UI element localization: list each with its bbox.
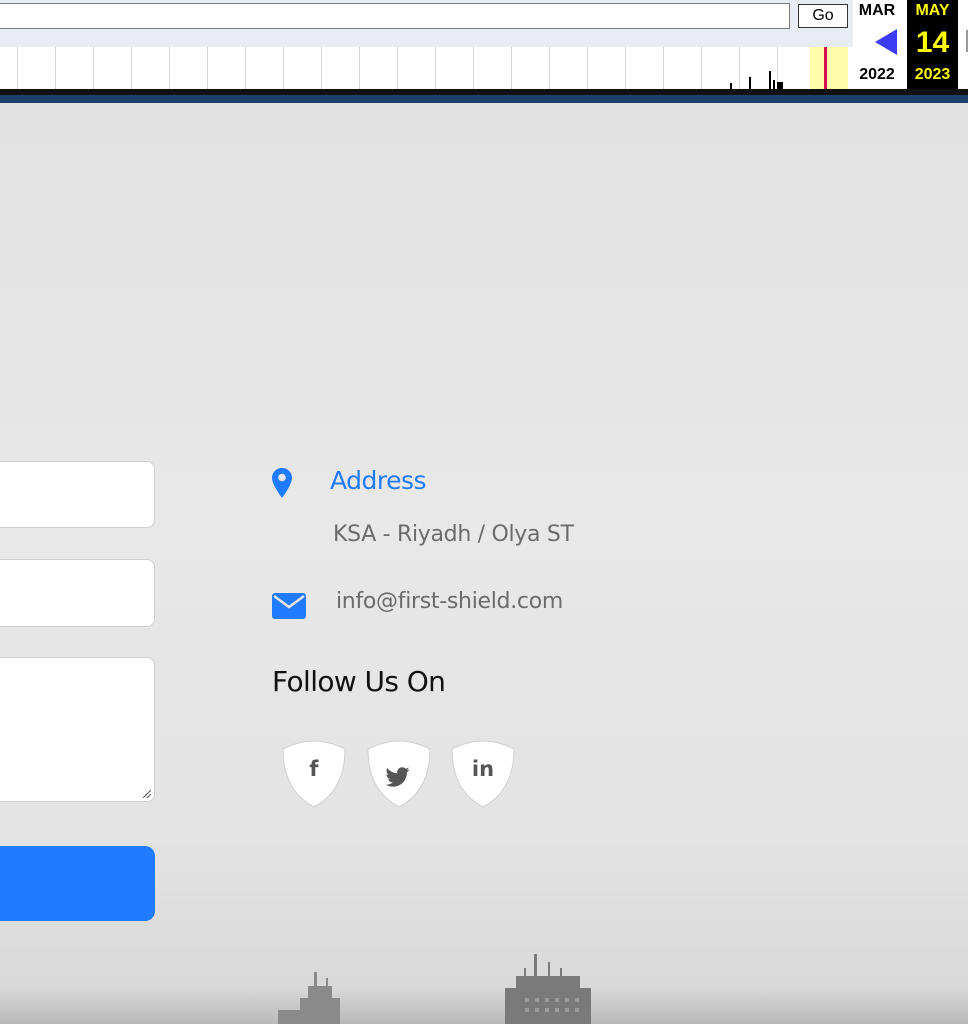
city-skyline-image bbox=[0, 954, 968, 1024]
current-year-highlight bbox=[810, 47, 848, 89]
previous-capture-month: MAR bbox=[858, 2, 896, 19]
sparkline-gridline bbox=[587, 47, 588, 89]
sparkline-gridline bbox=[739, 47, 740, 89]
current-capture-year: 2023 bbox=[914, 66, 951, 83]
sparkline-gridline bbox=[511, 47, 512, 89]
current-capture-month: MAY bbox=[915, 2, 950, 19]
wayback-url-input[interactable] bbox=[0, 3, 790, 29]
linkedin-icon: in bbox=[471, 757, 495, 781]
sparkline-gridline bbox=[131, 47, 132, 89]
sparkline-gridline bbox=[93, 47, 94, 89]
sparkline-gridline bbox=[701, 47, 702, 89]
email-field[interactable] bbox=[0, 559, 155, 627]
sparkline-gridline bbox=[17, 47, 18, 89]
sparkline-bar bbox=[749, 77, 751, 89]
name-field[interactable] bbox=[0, 461, 155, 528]
current-capture-day: 14 bbox=[915, 26, 950, 59]
facebook-icon: f bbox=[309, 757, 319, 781]
sparkline-bar bbox=[773, 80, 775, 89]
sparkline-gridline bbox=[625, 47, 626, 89]
linkedin-button[interactable]: in bbox=[450, 739, 516, 809]
contact-section: Address KSA - Riyadh / Olya ST info@firs… bbox=[0, 103, 968, 1024]
capture-sparkline[interactable] bbox=[0, 47, 853, 89]
sparkline-gridline bbox=[435, 47, 436, 89]
sparkline-gridline bbox=[283, 47, 284, 89]
previous-capture-arrow-icon[interactable] bbox=[875, 29, 897, 55]
map-pin-icon bbox=[272, 468, 292, 498]
site-header-strip bbox=[0, 95, 968, 103]
sparkline-bar bbox=[769, 71, 771, 89]
sparkline-gridline bbox=[169, 47, 170, 89]
envelope-icon bbox=[272, 593, 306, 619]
sparkline-gridline bbox=[473, 47, 474, 89]
submit-button[interactable] bbox=[0, 846, 155, 921]
sparkline-gridline bbox=[359, 47, 360, 89]
sparkline-gridline bbox=[321, 47, 322, 89]
address-text: KSA - Riyadh / Olya ST bbox=[333, 522, 574, 547]
sparkline-bar bbox=[777, 82, 783, 89]
follow-us-heading: Follow Us On bbox=[272, 665, 446, 698]
sparkline-gridline bbox=[549, 47, 550, 89]
facebook-button[interactable]: f bbox=[281, 739, 347, 809]
message-textarea[interactable] bbox=[0, 657, 155, 802]
previous-capture-year: 2022 bbox=[859, 66, 895, 83]
resize-handle-icon[interactable] bbox=[141, 788, 151, 798]
sparkline-gridline bbox=[663, 47, 664, 89]
go-button[interactable]: Go bbox=[798, 4, 848, 28]
current-capture-date: MAY 14 2023 bbox=[907, 0, 958, 89]
twitter-button[interactable] bbox=[366, 739, 432, 809]
email-link[interactable]: info@first-shield.com bbox=[336, 589, 563, 614]
twitter-bird-icon bbox=[385, 767, 410, 787]
current-capture-marker bbox=[824, 47, 827, 89]
sparkline-gridline bbox=[397, 47, 398, 89]
address-title: Address bbox=[330, 466, 427, 495]
wayback-toolbar: Go MAR 2022 MAY 14 2023 bbox=[0, 0, 968, 103]
sparkline-gridline bbox=[245, 47, 246, 89]
sparkline-gridline bbox=[55, 47, 56, 89]
wayback-url-bar-area: Go bbox=[0, 0, 853, 47]
sparkline-gridline bbox=[207, 47, 208, 89]
